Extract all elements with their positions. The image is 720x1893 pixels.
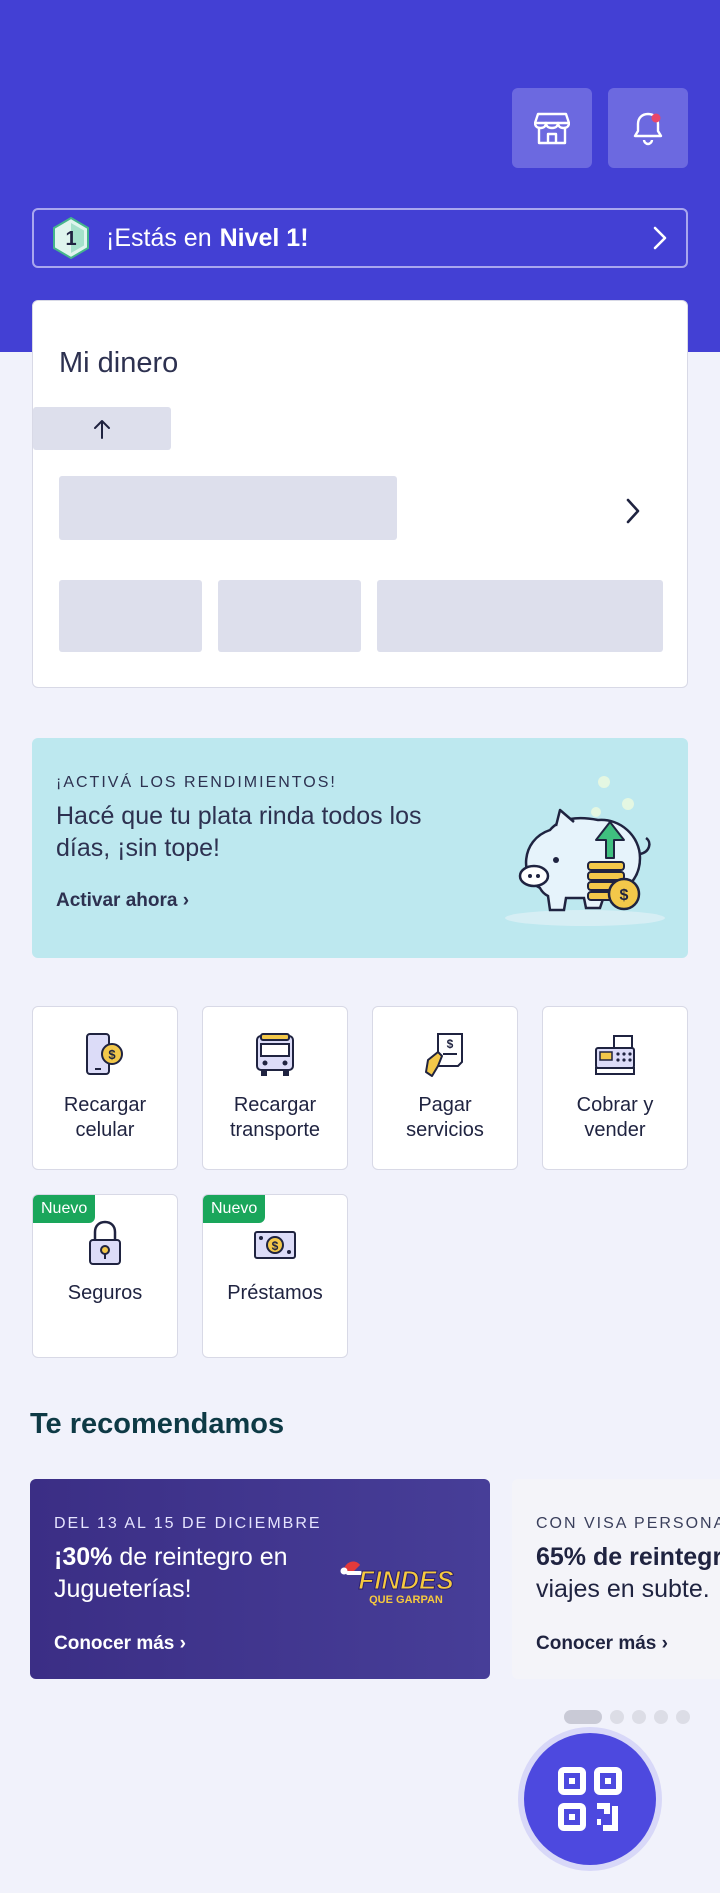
tile-pagar-servicios[interactable]: $ Pagar servicios [372,1006,518,1170]
bus-icon [256,1033,294,1076]
phone-recharge-icon: $ [86,1033,123,1075]
recommend-card[interactable]: CON VISA PERSONAL 65% de reintegro viaje… [512,1479,720,1679]
carousel-dot[interactable] [610,1710,624,1724]
my-money-card[interactable]: Mi dinero [32,300,688,688]
carousel-dot[interactable] [654,1710,668,1724]
piggy-bank-icon: $ [505,776,665,926]
carousel-dot-active[interactable] [564,1710,602,1724]
promo-eyebrow: ¡ACTIVÁ LOS RENDIMIENTOS! [56,774,337,791]
action-skeleton [59,580,202,652]
tile-label: Seguros [67,1282,143,1304]
card-eyebrow: CON VISA PERSONAL [536,1515,720,1532]
new-badge: Nuevo [203,1195,266,1223]
store-button[interactable] [512,88,592,168]
svg-text:$: $ [108,1047,116,1062]
action-skeleton [218,580,361,652]
tile-label: Recargar celular [63,1094,147,1141]
svg-text:$: $ [447,1037,454,1051]
qr-code-icon [558,1767,622,1831]
balance-skeleton [59,476,397,540]
logo-line1: FINDES [358,1565,454,1595]
card-main-bold: ¡30% [54,1543,113,1571]
chevron-right-icon[interactable] [625,497,641,525]
arrow-up-icon [94,419,110,439]
lock-icon [89,1220,121,1265]
card-main-text: ¡30% de reintegro en Jugueterías! [54,1541,288,1605]
recommend-card[interactable]: DEL 13 AL 15 DE DICIEMBRE ¡30% de reinte… [30,1479,490,1679]
tile-prestamos[interactable]: Nuevo $ Préstamos [202,1194,348,1358]
money-bill-icon: $ [254,1231,296,1259]
card-main-bold: 65% de reintegro [536,1543,720,1571]
notifications-button[interactable] [608,88,688,168]
level-banner[interactable]: 1 ¡Estás en Nivel 1! [32,208,688,268]
tile-label: Pagar servicios [406,1094,484,1141]
tile-recargar-celular[interactable]: $ Recargar celular [32,1006,178,1170]
tile-seguros[interactable]: Nuevo Seguros [32,1194,178,1358]
promo-text: Hacé que tu plata rinda todos los días, … [56,802,422,862]
learn-more-label: Conocer más [536,1633,657,1654]
bill-icon: $ [425,1033,463,1077]
activate-now-label: Activar ahora [56,890,178,911]
card-eyebrow: DEL 13 AL 15 DE DICIEMBRE [54,1515,322,1532]
cash-register-icon [595,1035,635,1075]
learn-more-label: Conocer más [54,1633,175,1654]
new-badge: Nuevo [33,1195,96,1223]
store-icon [534,112,570,145]
card-main-line2: Jugueterías! [54,1575,192,1603]
balance-toggle-skeleton[interactable] [33,407,171,450]
level-prefix: ¡Estás en [106,223,212,252]
carousel-indicator [564,1710,690,1724]
recommend-title: Te recomendamos [30,1408,285,1440]
tile-label: Préstamos [227,1282,323,1304]
yield-promo-banner[interactable]: ¡ACTIVÁ LOS RENDIMIENTOS! Hacé que tu pl… [32,738,688,958]
logo-line2: QUE GARPAN [369,1594,443,1606]
level-number: 1 [65,228,76,250]
chevron-right-icon [653,226,667,250]
level-name: Nivel 1! [219,223,309,252]
card-main-text: 65% de reintegro viajes en subte. [536,1541,720,1605]
carousel-dot[interactable] [632,1710,646,1724]
tile-label: Recargar transporte [229,1094,321,1141]
bell-icon [633,112,663,146]
level-hexagon-icon: 1 [53,217,89,259]
tile-recargar-transporte[interactable]: Recargar transporte [202,1006,348,1170]
qr-scan-button[interactable] [518,1727,662,1871]
card-main-rest: de reintegro en [112,1543,288,1571]
carousel-dot[interactable] [676,1710,690,1724]
tile-cobrar-vender[interactable]: Cobrar y vender [542,1006,688,1170]
action-skeleton [377,580,663,652]
notification-dot [651,113,661,123]
tile-label: Cobrar y vender [576,1094,654,1141]
findes-que-garpan-logo: FINDES QUE GARPAN [340,1561,455,1606]
learn-more-link[interactable]: Conocer más › [54,1633,186,1655]
svg-text:$: $ [620,887,629,904]
activate-now-link[interactable]: Activar ahora › [56,890,189,912]
my-money-title: Mi dinero [59,347,179,379]
card-main-line2: viajes en subte. [536,1575,710,1603]
svg-text:$: $ [272,1239,279,1253]
learn-more-link[interactable]: Conocer más › [536,1633,668,1655]
